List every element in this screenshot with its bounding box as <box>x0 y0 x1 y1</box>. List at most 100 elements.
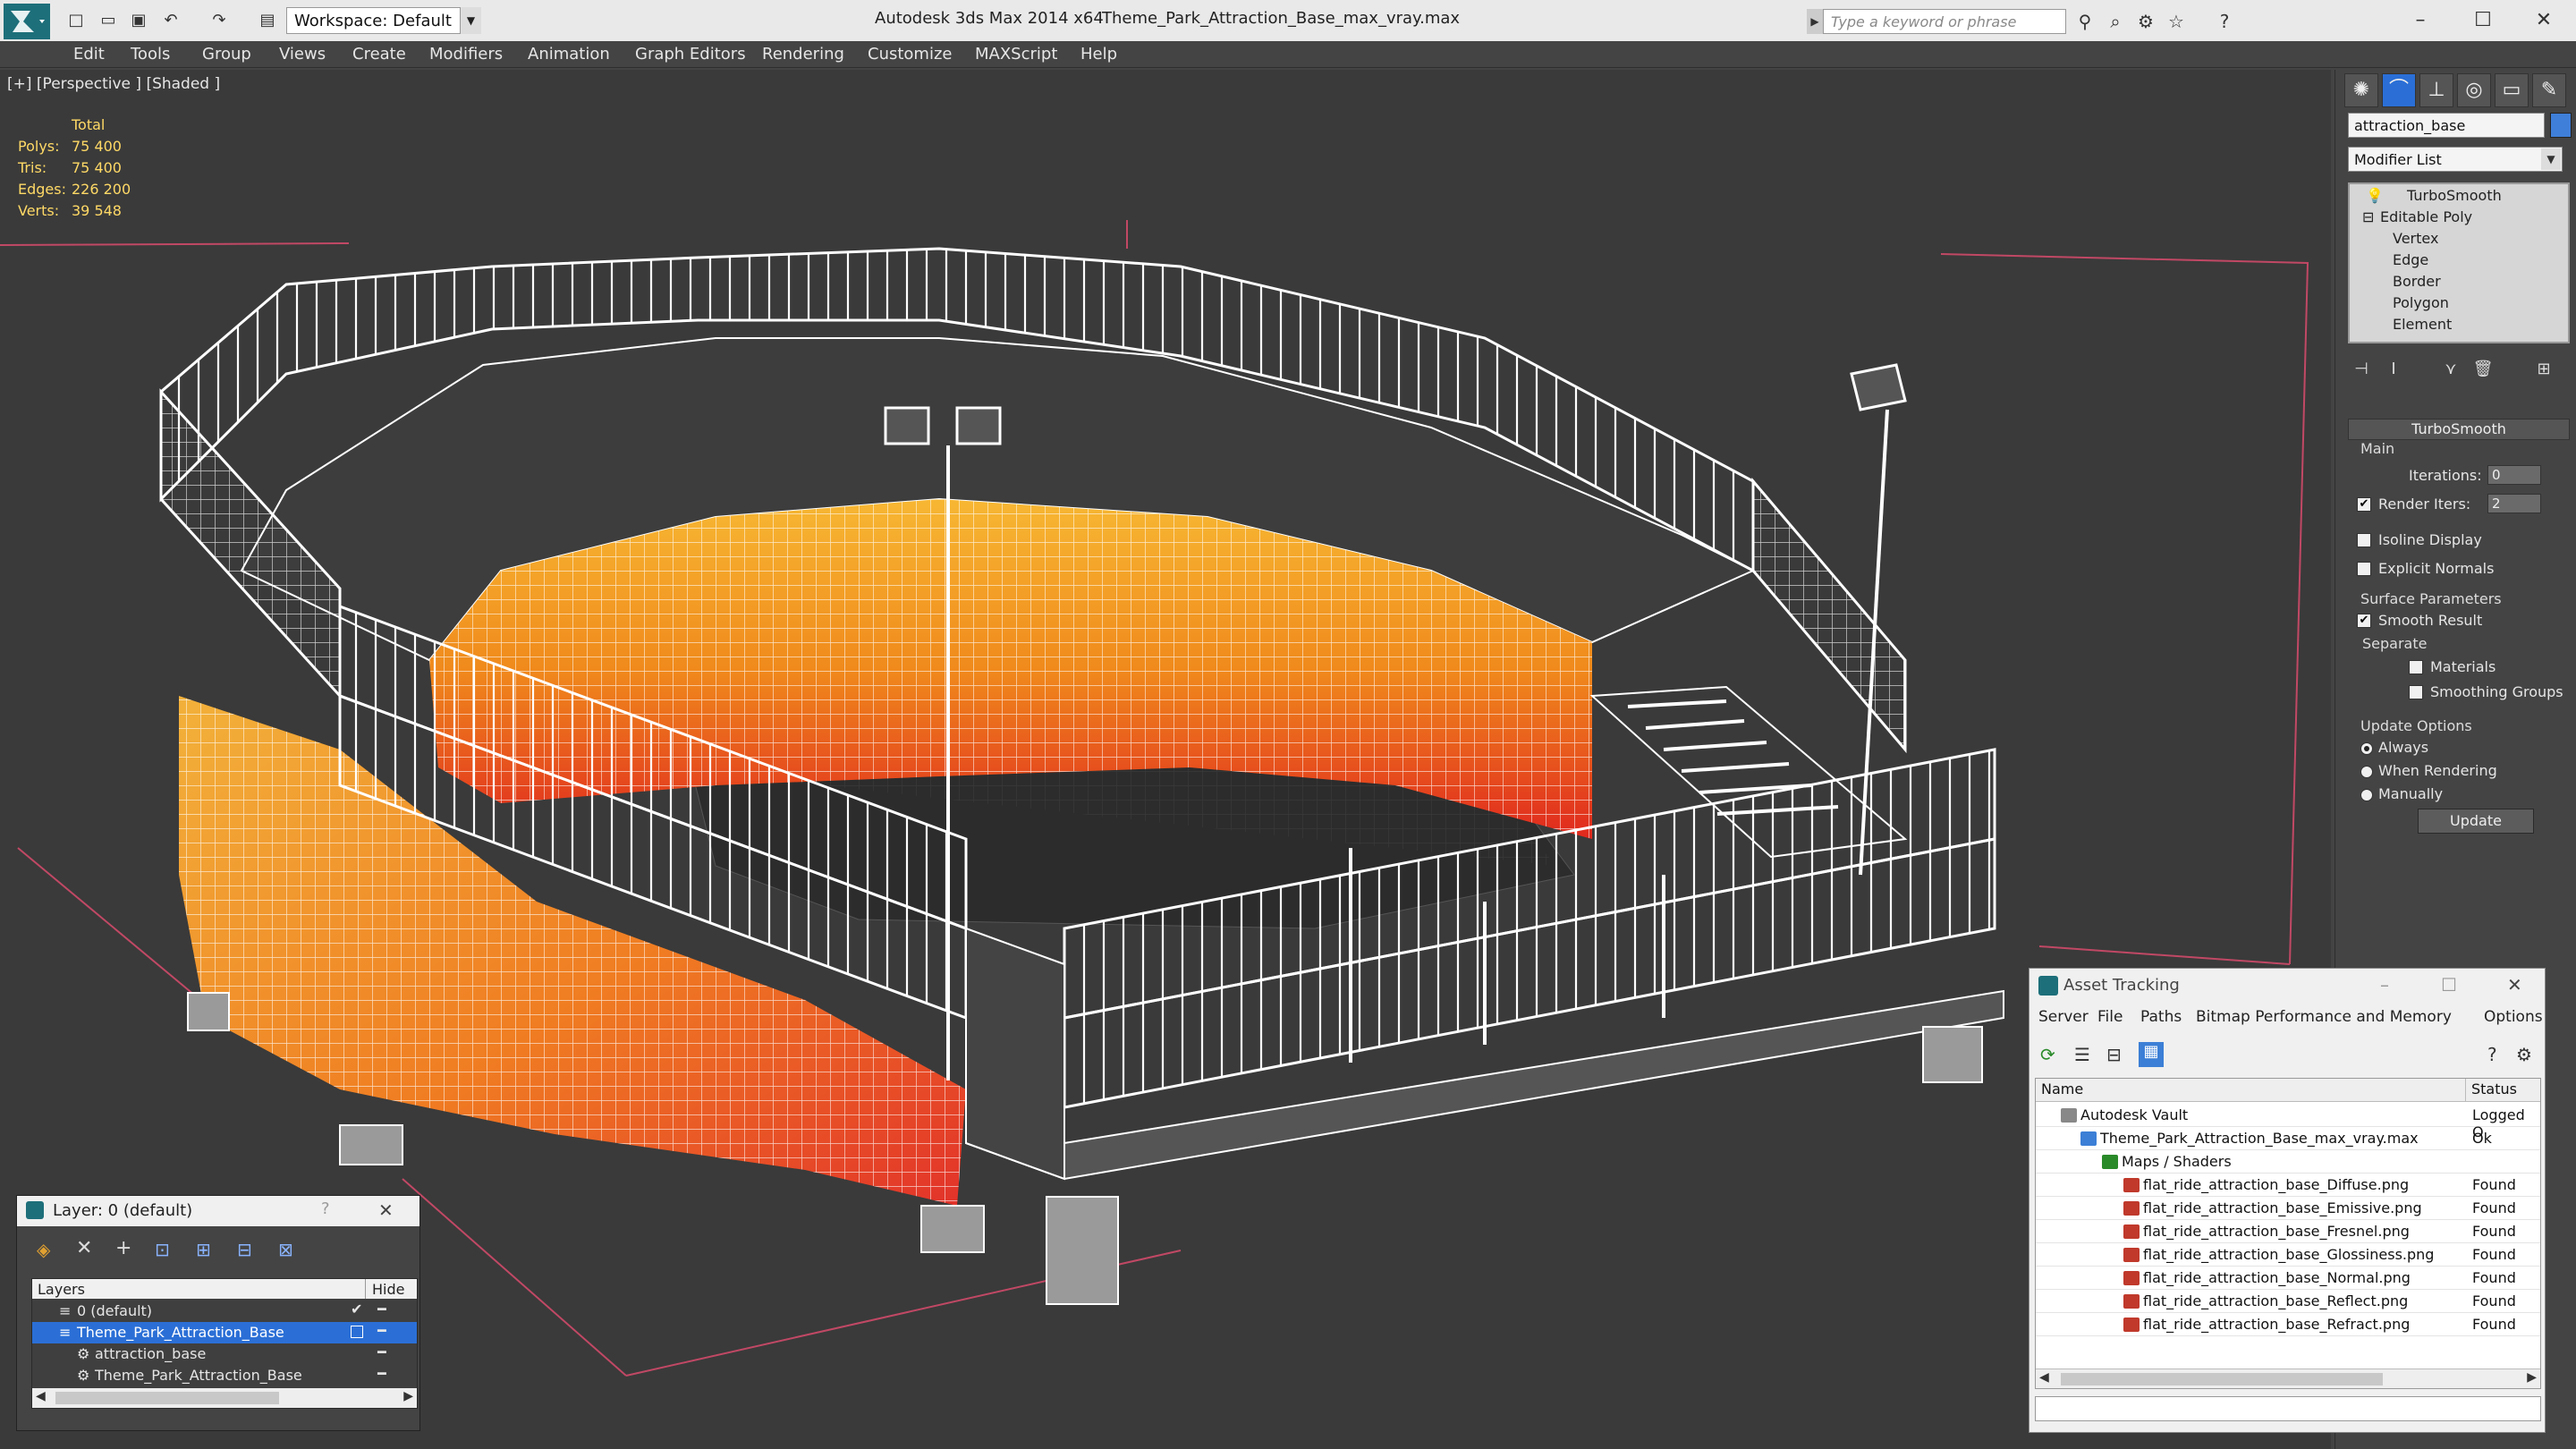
chevron-right-icon[interactable]: ▶ <box>403 1389 413 1403</box>
layer-row[interactable]: ≡ Theme_Park_Attraction_Base ━ <box>32 1322 417 1343</box>
stack-item-border[interactable]: Border <box>2393 272 2441 292</box>
minimize-icon[interactable]: – <box>2394 5 2447 36</box>
chevron-down-icon[interactable]: ▼ <box>2541 148 2561 170</box>
hide-all-layers-icon[interactable]: ⊟ <box>237 1239 252 1260</box>
table-row[interactable]: flat_ride_attraction_base_Refract.png Fo… <box>2036 1313 2540 1336</box>
menu-modifiers[interactable]: Modifiers <box>429 45 503 64</box>
delete-layer-icon[interactable]: ✕ <box>76 1237 92 1259</box>
help-icon[interactable]: ? <box>321 1199 330 1218</box>
menu-rendering[interactable]: Rendering <box>762 45 844 64</box>
settings-icon[interactable]: ⚙ <box>2516 1044 2532 1065</box>
menu-group[interactable]: Group <box>202 45 251 64</box>
chevron-down-icon[interactable]: ▼ <box>460 7 481 34</box>
save-file-icon[interactable]: ▣ <box>127 11 150 30</box>
horizontal-scrollbar[interactable]: ◀ ▶ <box>32 1388 417 1408</box>
binoculars-icon[interactable]: ⚲ <box>2073 11 2097 32</box>
asset-menu-bitmap-performance[interactable]: Bitmap Performance and Memory <box>2196 1008 2452 1026</box>
menu-edit[interactable]: Edit <box>73 45 105 64</box>
layer-row[interactable]: ⚙ Theme_Park_Attraction_Base ━ <box>32 1365 417 1386</box>
redo-icon[interactable]: ↷ <box>208 11 231 30</box>
chevron-right-icon[interactable]: ▶ <box>2527 1370 2537 1385</box>
motion-tab-icon[interactable]: ◎ <box>2457 73 2491 107</box>
menu-tools[interactable]: Tools <box>131 45 170 64</box>
minimize-icon[interactable]: – <box>2380 974 2389 996</box>
stack-item-vertex[interactable]: Vertex <box>2393 229 2438 249</box>
table-row[interactable]: flat_ride_attraction_base_Reflect.png Fo… <box>2036 1290 2540 1313</box>
table-row[interactable]: Autodesk Vault Logged O <box>2036 1104 2540 1140</box>
remove-modifier-icon[interactable]: 🗑 <box>2470 358 2496 381</box>
viewport-label[interactable]: [+] [Perspective ] [Shaded ] <box>7 75 220 93</box>
help-icon[interactable]: ? <box>2487 1044 2497 1065</box>
stack-item-edge[interactable]: Edge <box>2393 250 2428 270</box>
smoothing-groups-checkbox[interactable] <box>2409 685 2423 699</box>
chevron-right-icon[interactable]: ▶ <box>1807 9 1823 34</box>
configure-sets-icon[interactable]: ⊞ <box>2530 358 2557 381</box>
hide-toggle[interactable]: ━ <box>377 1301 386 1318</box>
display-tab-icon[interactable]: ▭ <box>2495 73 2529 107</box>
turbosmooth-rollout-header[interactable]: TurboSmooth <box>2348 419 2570 440</box>
table-view-icon[interactable]: ▦ <box>2139 1042 2164 1067</box>
render-iters-spinner[interactable]: 2 <box>2487 494 2541 513</box>
table-row[interactable]: flat_ride_attraction_base_Emissive.png F… <box>2036 1197 2540 1220</box>
freeze-all-layers-icon[interactable]: ⊠ <box>278 1239 293 1260</box>
table-row[interactable]: Maps / Shaders <box>2036 1150 2540 1174</box>
add-to-layer-icon[interactable]: + <box>115 1237 131 1259</box>
object-color-swatch[interactable] <box>2550 113 2572 138</box>
chevron-left-icon[interactable]: ◀ <box>2039 1370 2049 1385</box>
close-icon[interactable]: ✕ <box>378 1199 394 1221</box>
collapse-icon[interactable]: ⊟ <box>2362 208 2374 227</box>
menu-customize[interactable]: Customize <box>868 45 952 64</box>
when-rendering-radio[interactable] <box>2360 766 2373 778</box>
object-name-input[interactable]: attraction_base <box>2348 113 2545 138</box>
create-tab-icon[interactable]: ✺ <box>2344 73 2378 107</box>
table-row[interactable]: Theme_Park_Attraction_Base_max_vray.max … <box>2036 1127 2540 1150</box>
table-row[interactable]: flat_ride_attraction_base_Glossiness.png… <box>2036 1243 2540 1267</box>
asset-menu-server[interactable]: Server <box>2038 1008 2089 1026</box>
maximize-icon[interactable]: ☐ <box>2441 974 2457 996</box>
maximize-icon[interactable]: ☐ <box>2456 5 2510 36</box>
explicit-normals-checkbox[interactable] <box>2357 562 2371 576</box>
scrollbar-thumb[interactable] <box>55 1392 279 1404</box>
stack-item-turbosmooth[interactable]: TurboSmooth <box>2407 186 2502 206</box>
pin-stack-icon[interactable]: ⊣ <box>2348 358 2375 381</box>
create-layer-icon[interactable]: ◈ <box>37 1239 50 1260</box>
menu-help[interactable]: Help <box>1080 45 1117 64</box>
materials-checkbox[interactable] <box>2409 660 2423 674</box>
tree-view-icon[interactable]: ⊟ <box>2106 1044 2122 1065</box>
modifier-list-dropdown[interactable]: Modifier List <box>2348 147 2563 172</box>
scrollbar-thumb[interactable] <box>2061 1373 2383 1385</box>
hide-toggle[interactable]: ━ <box>377 1365 386 1382</box>
new-file-icon[interactable]: □ <box>64 11 88 30</box>
layer-row[interactable]: ≡ 0 (default) ✔ ━ <box>32 1301 417 1322</box>
update-button[interactable]: Update <box>2418 809 2534 834</box>
always-radio[interactable] <box>2360 742 2373 755</box>
subscription-icon[interactable]: ⚙ <box>2134 11 2157 32</box>
menu-maxscript[interactable]: MAXScript <box>975 45 1057 64</box>
table-row[interactable]: flat_ride_attraction_base_Fresnel.png Fo… <box>2036 1220 2540 1243</box>
hierarchy-tab-icon[interactable]: ⊥ <box>2419 73 2453 107</box>
list-view-icon[interactable]: ☰ <box>2074 1044 2090 1065</box>
manually-radio[interactable] <box>2360 789 2373 801</box>
column-layers-header[interactable]: Layers <box>38 1281 85 1298</box>
close-icon[interactable]: ✕ <box>2517 5 2571 36</box>
show-end-result-icon[interactable]: Ⅰ <box>2380 358 2407 381</box>
isoline-display-checkbox[interactable] <box>2357 533 2371 547</box>
column-name-header[interactable]: Name <box>2036 1079 2465 1102</box>
hold-icon[interactable]: ▤ <box>256 11 279 30</box>
open-file-icon[interactable]: ▭ <box>97 11 120 30</box>
highlight-layer-icon[interactable]: ⊞ <box>196 1239 211 1260</box>
table-row[interactable]: flat_ride_attraction_base_Diffuse.png Fo… <box>2036 1174 2540 1197</box>
search-icon[interactable]: ⌕ <box>2104 11 2127 32</box>
add-selection-icon[interactable] <box>351 1326 363 1338</box>
hide-toggle[interactable]: ━ <box>377 1322 386 1339</box>
layer-row[interactable]: ⚙ attraction_base ━ <box>32 1343 417 1365</box>
undo-icon[interactable]: ↶ <box>159 11 182 30</box>
column-status-header[interactable]: Status <box>2465 1079 2540 1102</box>
hide-toggle[interactable]: ━ <box>377 1343 386 1360</box>
iterations-spinner[interactable]: 0 <box>2487 465 2541 485</box>
table-row[interactable]: flat_ride_attraction_base_Normal.png Fou… <box>2036 1267 2540 1290</box>
asset-menu-paths[interactable]: Paths <box>2140 1008 2182 1026</box>
asset-menu-options[interactable]: Options <box>2484 1008 2543 1026</box>
make-unique-icon[interactable]: ⋎ <box>2437 358 2464 381</box>
workspace-dropdown[interactable]: Workspace: Default <box>286 7 481 34</box>
